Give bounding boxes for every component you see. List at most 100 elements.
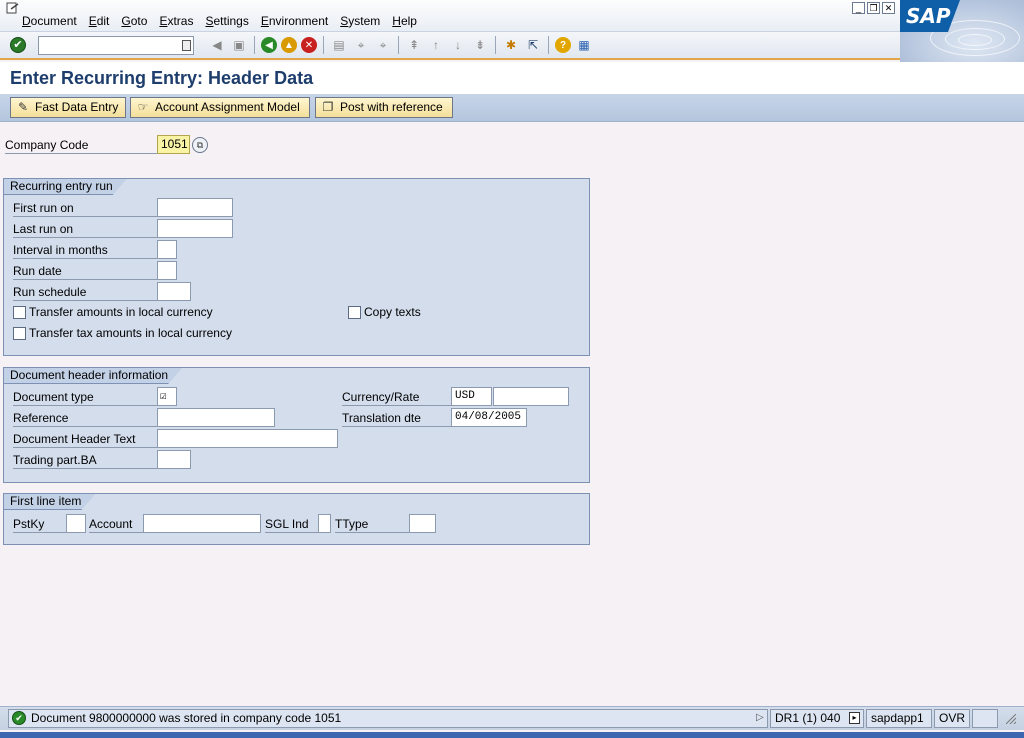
- transaction-type-input[interactable]: [409, 514, 436, 533]
- trading-part-label: Trading part.BA: [13, 452, 158, 469]
- layout-menu-icon[interactable]: ▦: [575, 36, 593, 54]
- help-icon[interactable]: ?: [555, 37, 571, 53]
- transfer-tax-checkbox[interactable]: [13, 327, 26, 340]
- command-history-icon[interactable]: [182, 39, 191, 51]
- interval-in-months-input[interactable]: [157, 240, 177, 259]
- toolbar-separator: [548, 36, 549, 54]
- system-info-field: DR1 (1) 040 ▸: [770, 709, 864, 728]
- group-title: Recurring entry run: [4, 179, 127, 195]
- checkmark-icon: ☑: [160, 391, 167, 403]
- transfer-tax-label: Transfer tax amounts in local currency: [29, 326, 232, 340]
- first-line-item-group: First line item PstKy Account SGL Ind TT…: [3, 493, 590, 545]
- copy-texts-checkbox[interactable]: [348, 306, 361, 319]
- first-run-on-label: First run on: [13, 200, 158, 217]
- menu-help[interactable]: Help: [392, 14, 417, 28]
- enter-check-icon[interactable]: ✔: [10, 37, 26, 53]
- transaction-type-label: TType: [335, 516, 410, 533]
- company-code-label: Company Code: [5, 137, 157, 154]
- fast-entry-icon: ✎: [17, 100, 29, 114]
- find-next-icon[interactable]: ⌖: [374, 36, 392, 54]
- menu-edit[interactable]: Edit: [89, 14, 110, 28]
- menu-extras[interactable]: Extras: [159, 14, 193, 28]
- back-icon[interactable]: ◀: [261, 37, 277, 53]
- last-page-icon[interactable]: ⇟: [471, 36, 489, 54]
- first-run-on-input[interactable]: [157, 198, 233, 217]
- application-toolbar: ✎ Fast Data Entry ☞ Account Assignment M…: [0, 94, 1024, 122]
- menu-document[interactable]: Document: [22, 14, 77, 28]
- menu-list: Document Edit Goto Extras Settings Envir…: [22, 14, 429, 28]
- status-bar: ✔ Document 9800000000 was stored in comp…: [0, 706, 1024, 730]
- toolbar-separator: [254, 36, 255, 54]
- last-run-on-input[interactable]: [157, 219, 233, 238]
- posting-key-label: PstKy: [13, 516, 66, 533]
- status-expand-icon[interactable]: ▷: [756, 712, 764, 723]
- currency-input[interactable]: USD: [451, 387, 492, 406]
- previous-page-icon[interactable]: ↑: [427, 36, 445, 54]
- translation-date-input[interactable]: 04/08/2005: [451, 408, 527, 427]
- company-code-input[interactable]: 1051: [157, 135, 190, 154]
- menu-system[interactable]: System: [340, 14, 380, 28]
- document-type-label: Document type: [13, 389, 158, 406]
- run-schedule-input[interactable]: [157, 282, 191, 301]
- account-label: Account: [89, 516, 144, 533]
- triangle-left-icon[interactable]: ◀: [208, 36, 226, 54]
- account-input[interactable]: [143, 514, 261, 533]
- document-header-group: Document header information Document typ…: [3, 367, 590, 483]
- status-empty-field: [972, 709, 998, 728]
- document-header-text-input[interactable]: [157, 429, 338, 448]
- sap-logo-text: SAP: [906, 4, 951, 28]
- status-message[interactable]: ✔ Document 9800000000 was stored in comp…: [8, 709, 768, 728]
- menu-environment[interactable]: Environment: [261, 14, 328, 28]
- post-with-reference-button[interactable]: ❐ Post with reference: [315, 97, 453, 118]
- posting-key-input[interactable]: [66, 514, 86, 533]
- trading-part-input[interactable]: [157, 450, 191, 469]
- toolbar-separator: [495, 36, 496, 54]
- toolbar-separator: [323, 36, 324, 54]
- system-menu-icon[interactable]: [6, 2, 20, 14]
- menu-settings[interactable]: Settings: [205, 14, 248, 28]
- minimize-icon[interactable]: _: [852, 2, 865, 14]
- shortcut-icon[interactable]: ⇱: [524, 36, 542, 54]
- taskbar-edge: [0, 732, 1024, 738]
- title-bar: Enter Recurring Entry: Header Data: [0, 62, 1024, 94]
- next-page-icon[interactable]: ↓: [449, 36, 467, 54]
- group-title: Document header information: [4, 368, 182, 384]
- run-date-input[interactable]: [157, 261, 177, 280]
- exit-icon[interactable]: ▲: [281, 37, 297, 53]
- resize-grip-icon[interactable]: [1005, 713, 1017, 725]
- account-assignment-model-button[interactable]: ☞ Account Assignment Model: [130, 97, 310, 118]
- run-schedule-label: Run schedule: [13, 284, 158, 301]
- print-icon[interactable]: ▤: [330, 36, 348, 54]
- toolbar-separator: [398, 36, 399, 54]
- copy-texts-label: Copy texts: [364, 305, 421, 319]
- transfer-amounts-checkbox[interactable]: [13, 306, 26, 319]
- sap-logo: SAP: [900, 0, 1024, 62]
- reference-input[interactable]: [157, 408, 275, 427]
- first-page-icon[interactable]: ⇞: [405, 36, 423, 54]
- fast-data-entry-button[interactable]: ✎ Fast Data Entry: [10, 97, 126, 118]
- create-session-icon[interactable]: ✱: [502, 36, 520, 54]
- system-info-dropdown-icon[interactable]: ▸: [849, 712, 860, 724]
- command-field[interactable]: [38, 35, 194, 55]
- standard-toolbar: ✔ ◀ ▣ ◀ ▲ ✕ ▤ ⌖ ⌖ ⇞ ↑ ↓ ⇟ ✱ ⇱ ? ▦: [0, 32, 900, 60]
- transfer-amounts-label: Transfer amounts in local currency: [29, 305, 213, 319]
- window-controls: _ ❐ ✕: [852, 2, 895, 14]
- run-date-label: Run date: [13, 263, 158, 280]
- document-type-input[interactable]: ☑: [157, 387, 177, 406]
- sgl-ind-input[interactable]: [318, 514, 331, 533]
- document-header-text-label: Document Header Text: [13, 431, 158, 448]
- recurring-entry-run-group: Recurring entry run First run on Last ru…: [3, 178, 590, 356]
- group-title: First line item: [4, 494, 95, 510]
- cancel-icon[interactable]: ✕: [301, 37, 317, 53]
- sgl-ind-label: SGL Ind: [265, 516, 318, 533]
- exchange-rate-input[interactable]: [493, 387, 569, 406]
- close-icon[interactable]: ✕: [882, 2, 895, 14]
- matchcode-icon[interactable]: ⧉: [192, 137, 208, 153]
- save-icon[interactable]: ▣: [230, 36, 248, 54]
- insert-mode-field[interactable]: OVR: [934, 709, 970, 728]
- menu-goto[interactable]: Goto: [121, 14, 147, 28]
- success-check-icon: ✔: [12, 711, 26, 725]
- page-title: Enter Recurring Entry: Header Data: [10, 68, 314, 88]
- restore-icon[interactable]: ❐: [867, 2, 880, 14]
- find-icon[interactable]: ⌖: [352, 36, 370, 54]
